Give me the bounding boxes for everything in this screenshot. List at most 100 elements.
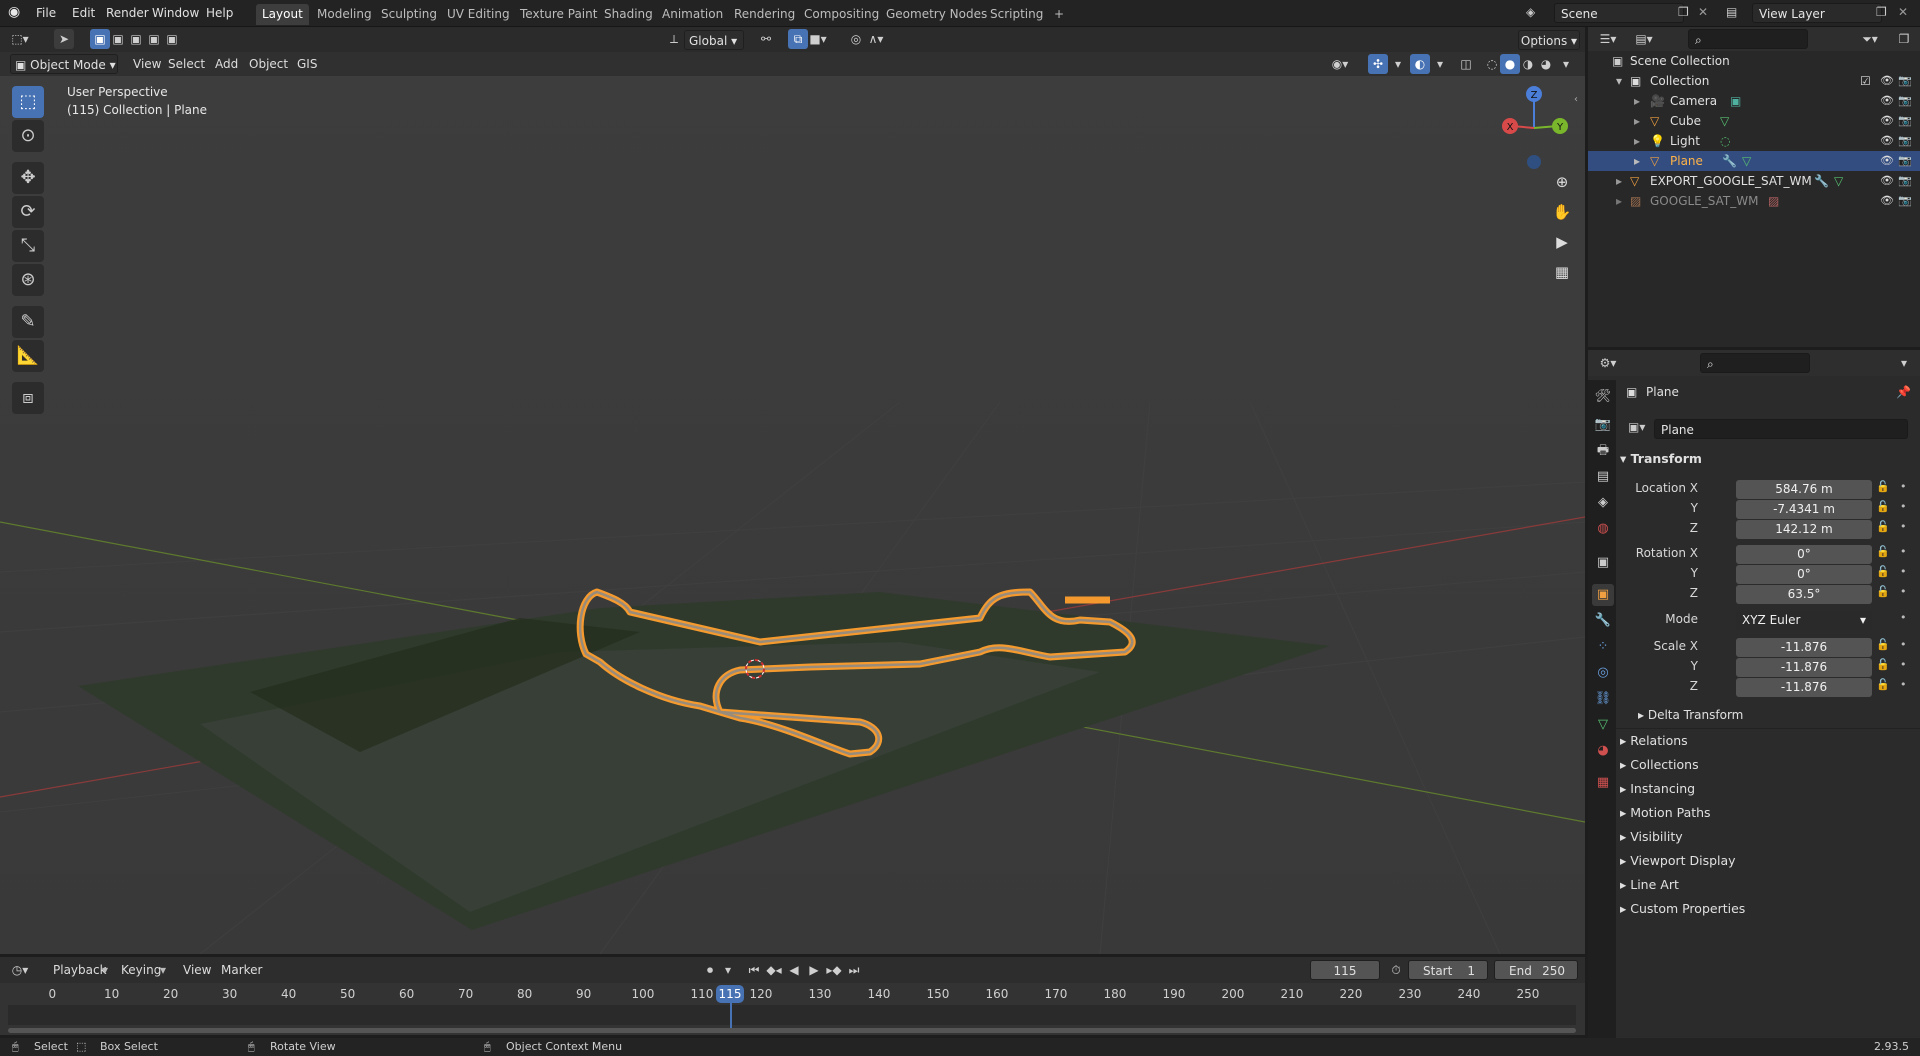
menu-gis[interactable]: GIS xyxy=(292,54,322,74)
xray-toggle-icon[interactable]: ◫ xyxy=(1456,54,1476,74)
tab-texture-paint[interactable]: Texture Paint xyxy=(514,4,603,25)
tab-rendering[interactable]: Rendering xyxy=(728,4,801,25)
solid-shading-icon[interactable]: ● xyxy=(1500,54,1520,74)
expand-arrow-icon[interactable]: ▸ xyxy=(1634,151,1640,171)
collections-panel-header[interactable]: ▸ Collections xyxy=(1620,754,1916,776)
proportional-falloff-icon[interactable]: ∧▾ xyxy=(866,29,886,49)
tab-sculpting[interactable]: Sculpting xyxy=(375,4,443,25)
tab-uv-editing[interactable]: UV Editing xyxy=(441,4,516,25)
expand-arrow-icon[interactable]: ▸ xyxy=(1616,171,1622,191)
visibility-selectability-icon[interactable]: ◉▾ xyxy=(1330,54,1350,74)
select-mode-extend-icon[interactable]: ▣ xyxy=(108,29,128,49)
scale-y-field[interactable]: -11.876 xyxy=(1736,658,1872,677)
pivot-point-icon[interactable]: ⚯ xyxy=(756,29,776,49)
outliner-row-scene-collection[interactable]: ▣ Scene Collection xyxy=(1588,51,1920,71)
transform-panel-header[interactable]: ▾ Transform xyxy=(1620,448,1916,470)
outliner-row-google-sat-wm[interactable]: ▸ ▨ GOOGLE_SAT_WM ▨ 👁 📷 xyxy=(1588,191,1920,211)
rotation-x-field[interactable]: 0° xyxy=(1736,545,1872,564)
new-collection-icon[interactable]: ❐ xyxy=(1894,29,1914,49)
lock-icon[interactable]: 🔓 xyxy=(1876,565,1890,578)
zoom-icon[interactable]: ⊕ xyxy=(1548,168,1576,196)
keying-dropdown-icon[interactable]: ▾ xyxy=(160,963,166,977)
rotate-tool-icon[interactable]: ⟳ xyxy=(12,196,44,228)
tab-scripting[interactable]: Scripting xyxy=(984,4,1049,25)
data-tab-icon[interactable]: ▽ xyxy=(1592,714,1614,736)
display-mode-icon[interactable]: ▤▾ xyxy=(1634,29,1654,49)
playhead-frame-badge[interactable]: 115 xyxy=(716,985,744,1003)
camera-render-icon[interactable]: 📷 xyxy=(1898,191,1912,211)
expand-arrow-icon[interactable]: ▾ xyxy=(1616,71,1622,91)
relations-panel-header[interactable]: ▸ Relations xyxy=(1620,730,1916,752)
material-shading-icon[interactable]: ◑ xyxy=(1518,54,1538,74)
menu-edit[interactable]: Edit xyxy=(66,4,101,23)
select-tool-icon[interactable]: ➤ xyxy=(54,29,74,49)
render-tab-icon[interactable]: 📷 xyxy=(1592,414,1614,436)
add-cube-tool-icon[interactable]: ⧈ xyxy=(12,382,44,414)
eye-icon[interactable]: 👁 xyxy=(1880,191,1894,211)
camera-render-icon[interactable]: 📷 xyxy=(1898,171,1912,191)
eye-icon[interactable]: 👁 xyxy=(1880,71,1894,91)
menu-add[interactable]: Add xyxy=(210,54,243,74)
menu-help[interactable]: Help xyxy=(200,4,239,23)
tool-tab-icon[interactable]: 🛠 xyxy=(1592,386,1614,408)
outliner-row-light[interactable]: ▸ 💡 Light ◌ 👁 📷 xyxy=(1588,131,1920,151)
lock-icon[interactable]: 🔓 xyxy=(1876,480,1890,493)
select-mode-invert-icon[interactable]: ▣ xyxy=(144,29,164,49)
datablock-type-icon[interactable]: ▣▾ xyxy=(1628,420,1645,434)
lock-icon[interactable]: 🔓 xyxy=(1876,585,1890,598)
keyframe-dot-icon[interactable]: • xyxy=(1900,545,1907,558)
preview-range-icon[interactable]: ⏱ xyxy=(1386,960,1406,980)
blender-logo-icon[interactable]: ◉ xyxy=(8,4,20,20)
timeline[interactable]: 0 10 20 30 40 50 60 70 80 90 100 110 120 130 140 150 160… xyxy=(0,983,1585,1035)
select-mode-new-icon[interactable]: ▣ xyxy=(90,29,110,49)
select-mode-subtract-icon[interactable]: ▣ xyxy=(126,29,146,49)
timeline-scrollbar[interactable] xyxy=(8,1028,1576,1033)
outliner-editor-type-icon[interactable]: ☰▾ xyxy=(1598,29,1618,49)
viewport-display-panel-header[interactable]: ▸ Viewport Display xyxy=(1620,850,1916,872)
expand-arrow-icon[interactable]: ▸ xyxy=(1634,111,1640,131)
rotation-y-field[interactable]: 0° xyxy=(1736,565,1872,584)
previous-keyframe-icon[interactable]: ◆◂ xyxy=(764,960,784,980)
sidebar-toggle-icon[interactable]: ‹ xyxy=(1574,94,1578,105)
jump-to-end-icon[interactable]: ⏭ xyxy=(844,960,864,980)
location-y-field[interactable]: -7.4341 m xyxy=(1736,500,1872,519)
gizmo-toggle-icon[interactable]: ✣ xyxy=(1368,54,1388,74)
outliner-row-export-google-sat-wm[interactable]: ▸ ▽ EXPORT_GOOGLE_SAT_WM 🔧 ▽ 👁 📷 xyxy=(1588,171,1920,191)
properties-search-input[interactable]: ⌕ xyxy=(1700,353,1810,373)
keyframe-dot-icon[interactable]: • xyxy=(1900,585,1907,598)
start-frame-field[interactable]: Start 1 xyxy=(1408,960,1488,980)
eye-icon[interactable]: 👁 xyxy=(1880,131,1894,151)
outliner-row-collection[interactable]: ▾ ▣ Collection ☑ 👁 📷 xyxy=(1588,71,1920,91)
location-x-field[interactable]: 584.76 m xyxy=(1736,480,1872,499)
jump-to-start-icon[interactable]: ⏮ xyxy=(744,960,764,980)
scale-x-field[interactable]: -11.876 xyxy=(1736,638,1872,657)
line-art-panel-header[interactable]: ▸ Line Art xyxy=(1620,874,1916,896)
gizmo-dropdown-icon[interactable]: ▾ xyxy=(1388,54,1408,74)
overlays-dropdown-icon[interactable]: ▾ xyxy=(1430,54,1450,74)
keyframe-dot-icon[interactable]: • xyxy=(1900,658,1907,671)
rendered-shading-icon[interactable]: ◕ xyxy=(1536,54,1556,74)
snap-target-icon[interactable]: ■▾ xyxy=(808,29,828,49)
expand-arrow-icon[interactable]: ▸ xyxy=(1616,191,1622,211)
transform-tool-icon[interactable]: ⊛ xyxy=(12,264,44,296)
play-icon[interactable]: ▶ xyxy=(804,960,824,980)
view-layer-icon[interactable]: ▤ xyxy=(1726,5,1737,19)
lock-icon[interactable]: 🔓 xyxy=(1876,658,1890,671)
checkbox-icon[interactable]: ☑ xyxy=(1860,71,1871,91)
tab-geometry-nodes[interactable]: Geometry Nodes xyxy=(880,4,993,25)
lock-icon[interactable]: 🔓 xyxy=(1876,500,1890,513)
expand-arrow-icon[interactable]: ▸ xyxy=(1634,91,1640,111)
current-frame-field[interactable]: 115 xyxy=(1310,960,1380,980)
scale-z-field[interactable]: -11.876 xyxy=(1736,678,1872,697)
menu-keying[interactable]: Keying xyxy=(116,960,166,980)
expand-arrow-icon[interactable]: ▸ xyxy=(1634,131,1640,151)
menu-view[interactable]: View xyxy=(128,54,166,74)
delta-transform-panel-header[interactable]: ▸ Delta Transform xyxy=(1638,704,1920,726)
navigation-gizmo[interactable]: Z Y X xyxy=(1494,80,1574,170)
instancing-panel-header[interactable]: ▸ Instancing xyxy=(1620,778,1916,800)
pin-icon[interactable]: 📌 xyxy=(1896,385,1911,399)
rotation-mode-dropdown[interactable]: XYZ Euler ▾ xyxy=(1736,611,1872,630)
end-frame-field[interactable]: End 250 xyxy=(1494,960,1578,980)
timeline-editor-type-icon[interactable]: ◷▾ xyxy=(10,960,30,980)
scene-field[interactable]: Scene xyxy=(1554,3,1684,23)
